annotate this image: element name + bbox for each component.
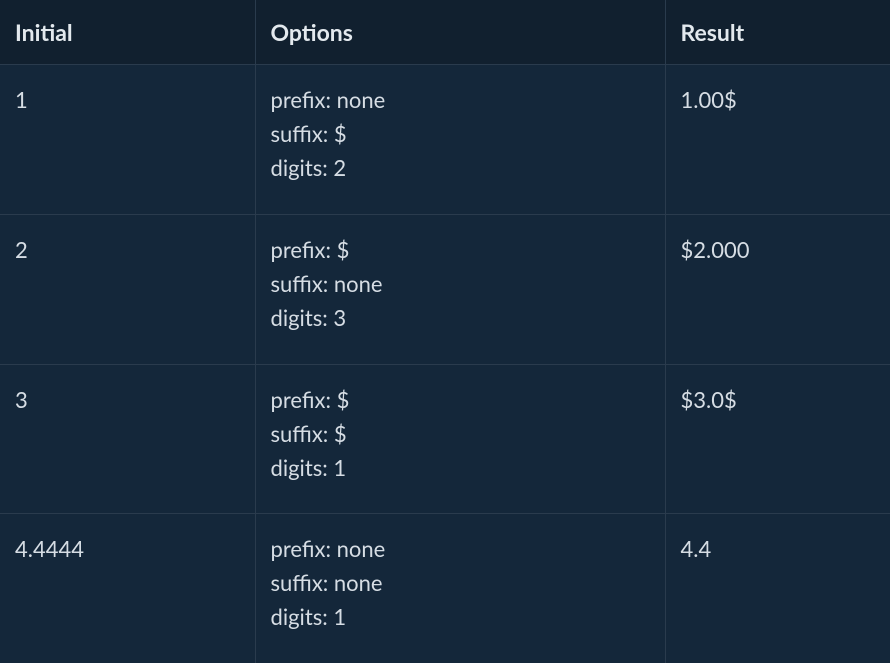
cell-result: $3.0$ [665,364,890,514]
option-digits: digits: 3 [271,301,650,335]
option-digits: digits: 2 [271,151,650,185]
cell-initial: 2 [0,214,255,364]
formatting-examples-table: Initial Options Result 1 prefix: none su… [0,0,890,663]
cell-result: 1.00$ [665,65,890,215]
option-prefix: prefix: $ [271,233,650,267]
option-prefix: prefix: $ [271,383,650,417]
cell-initial: 3 [0,364,255,514]
option-suffix: suffix: $ [271,117,650,151]
cell-initial: 4.4444 [0,514,255,663]
cell-options: prefix: $ suffix: $ digits: 1 [255,364,665,514]
option-digits: digits: 1 [271,451,650,485]
cell-options: prefix: $ suffix: none digits: 3 [255,214,665,364]
table-row: 3 prefix: $ suffix: $ digits: 1 $3.0$ [0,364,890,514]
option-suffix: suffix: $ [271,417,650,451]
option-suffix: suffix: none [271,267,650,301]
table-header-row: Initial Options Result [0,0,890,65]
header-options: Options [255,0,665,65]
header-result: Result [665,0,890,65]
table-row: 2 prefix: $ suffix: none digits: 3 $2.00… [0,214,890,364]
cell-initial: 1 [0,65,255,215]
option-suffix: suffix: none [271,566,650,600]
option-digits: digits: 1 [271,600,650,634]
cell-result: $2.000 [665,214,890,364]
option-prefix: prefix: none [271,83,650,117]
table-row: 1 prefix: none suffix: $ digits: 2 1.00$ [0,65,890,215]
cell-options: prefix: none suffix: none digits: 1 [255,514,665,663]
header-initial: Initial [0,0,255,65]
table-row: 4.4444 prefix: none suffix: none digits:… [0,514,890,663]
cell-options: prefix: none suffix: $ digits: 2 [255,65,665,215]
option-prefix: prefix: none [271,532,650,566]
cell-result: 4.4 [665,514,890,663]
